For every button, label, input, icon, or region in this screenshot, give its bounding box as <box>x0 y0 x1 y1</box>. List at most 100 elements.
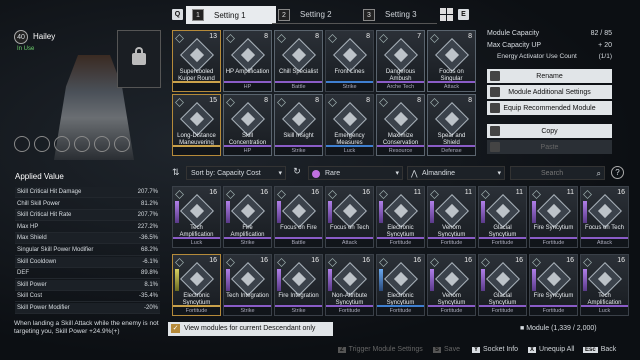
back-action[interactable]: Esc Back <box>583 346 616 353</box>
module-card[interactable]: 11 Fire Syncytium Fortitude <box>529 186 578 248</box>
module-card[interactable]: 15 Long-Distance Maneuvering <box>172 94 221 156</box>
applied-value-row: Skill Power 8.1% <box>15 279 160 291</box>
weapon-slot-icon[interactable] <box>34 136 50 152</box>
paste-button[interactable]: Paste <box>487 140 612 154</box>
key-hint: S <box>433 346 442 353</box>
module-card[interactable]: 8 Maximize Conservation Resource <box>376 94 425 156</box>
grid-view-icon[interactable] <box>440 8 453 21</box>
rarity-stripe <box>277 201 281 223</box>
stat-value: 207.7% <box>137 189 158 195</box>
module-card[interactable]: 8 Skill Concentration HP <box>223 94 272 156</box>
socket-type-icon <box>226 258 235 267</box>
module-card[interactable]: 8 Chill Specialist Battle <box>274 30 323 92</box>
module-card[interactable]: 16 Fire Syncytium Fortitude <box>529 254 578 316</box>
rarity-dropdown[interactable]: Rare ▾ <box>308 166 403 180</box>
module-card[interactable]: 16 Focus on Tech Attack <box>325 186 374 248</box>
socket-type-icon <box>328 258 337 267</box>
activator-value: (1/1) <box>598 53 612 60</box>
tab-setting-2[interactable]: 2 Setting 2 <box>272 6 357 24</box>
module-card[interactable]: 8 HP Amplification HP <box>223 30 272 92</box>
module-cost: 16 <box>515 257 523 264</box>
max-capacity-value: + 20 <box>598 42 612 49</box>
additional-settings-label: Module Additional Settings <box>508 88 591 96</box>
sort-dropdown[interactable]: Sort by: Capacity Cost ▾ <box>186 166 286 180</box>
module-card[interactable]: 16 Fire Amplification Strike <box>223 186 272 248</box>
rename-button[interactable]: Rename <box>487 69 612 83</box>
filter-icon[interactable]: ⇅ <box>172 167 184 179</box>
module-card[interactable]: 8 Skill Insight Strike <box>274 94 323 156</box>
save-action[interactable]: S Save <box>433 346 460 353</box>
rarity-stripe <box>532 269 536 291</box>
module-cost: 8 <box>264 33 268 40</box>
crosshair-icon[interactable] <box>114 136 130 152</box>
stat-name: Chill Skill Power <box>17 200 61 207</box>
back-label: Back <box>600 346 617 353</box>
module-category: Strike <box>275 307 322 315</box>
module-card[interactable]: 8 Front Lines Strike <box>325 30 374 92</box>
weapon-slot-icon[interactable] <box>14 136 30 152</box>
current-descendant-checkbox[interactable]: ✓ View modules for current Descendant onl… <box>168 322 333 336</box>
module-card[interactable]: 16 Non-Attribute Syncytium Fortitude <box>325 254 374 316</box>
rarity-stripe <box>379 201 383 223</box>
rarity-label: Rare <box>325 170 341 177</box>
weapon-slot-icon[interactable] <box>74 136 90 152</box>
module-card[interactable]: 16 Electronic Syncytium Fortitude <box>172 254 221 316</box>
additional-settings-button[interactable]: Module Additional Settings <box>487 85 612 99</box>
socket-type-icon <box>328 190 337 199</box>
sort-label: Sort by: Capacity Cost <box>191 170 261 177</box>
tab-setting-1[interactable]: 1 Setting 1 <box>186 6 276 24</box>
module-card[interactable]: 8 Spear and Shield Defense <box>427 94 476 156</box>
module-card[interactable]: 11 Venom Syncytium Fortitude <box>427 186 476 248</box>
module-category: Luck <box>173 239 220 247</box>
module-category: Fortitude <box>428 307 475 315</box>
prev-tab-key[interactable]: Q <box>172 9 183 20</box>
stat-name: Skill Critical Hit Damage <box>17 189 82 195</box>
rarity-stripe <box>226 269 230 291</box>
search-input[interactable]: Search ⌕ <box>510 166 605 180</box>
trigger-settings-action[interactable]: Z Trigger Module Settings <box>338 346 423 353</box>
module-card[interactable]: 8 Emergency Measures Luck <box>325 94 374 156</box>
module-cost: 11 <box>413 189 421 196</box>
help-icon[interactable]: ? <box>611 166 624 179</box>
unequip-all-action[interactable]: X Unequip All <box>528 346 574 353</box>
module-category: Defense <box>428 147 475 155</box>
module-art-icon <box>180 194 214 228</box>
equip-recommended-button[interactable]: Equip Recommended Module <box>487 101 612 115</box>
module-card[interactable]: 16 Focus on Fire Battle <box>274 186 323 248</box>
module-art-icon <box>486 194 520 228</box>
module-card[interactable]: 13 Supercooled Kuiper Round <box>172 30 221 92</box>
module-card[interactable]: 8 Focus on Singular Attack <box>427 30 476 92</box>
stat-name: Skill Cost <box>17 293 43 300</box>
refresh-icon[interactable]: ↻ <box>290 166 304 180</box>
next-tab-key[interactable]: E <box>458 9 469 20</box>
module-name: Focus on Fire <box>280 225 317 231</box>
module-card[interactable]: 7 Dangerous Ambush Arche Tech <box>376 30 425 92</box>
weapon-slots <box>14 136 130 152</box>
socket-dropdown[interactable]: ⋀ Almandine ▾ <box>407 166 505 180</box>
weapon-slot-icon[interactable] <box>94 136 110 152</box>
module-card[interactable]: 16 Glacial Syncytium Fortitude <box>478 254 527 316</box>
external-component-slot[interactable] <box>117 30 161 88</box>
tab-setting-3[interactable]: 3 Setting 3 <box>357 6 437 24</box>
module-art-icon <box>333 194 367 228</box>
weapon-slot-icon[interactable] <box>54 136 70 152</box>
stat-name: Singular Skill Power Modifier <box>17 247 94 253</box>
copy-button[interactable]: Copy <box>487 124 612 138</box>
module-cost: 16 <box>260 257 268 264</box>
socket-info-action[interactable]: Y Socket Info <box>472 346 518 353</box>
module-card[interactable]: 16 Tech Amplification Luck <box>172 186 221 248</box>
module-card[interactable]: 16 Fire Integration Strike <box>274 254 323 316</box>
module-art-icon <box>333 38 367 72</box>
module-card[interactable]: 16 Venom Syncytium Fortitude <box>427 254 476 316</box>
module-art-icon <box>537 262 571 296</box>
module-card[interactable]: 16 Electronic Syncytium Fortitude <box>376 254 425 316</box>
module-category: Fortitude <box>530 307 577 315</box>
module-card[interactable]: 11 Glacial Syncytium Fortitude <box>478 186 527 248</box>
module-card[interactable]: 16 Focus on Tech Attack <box>580 186 629 248</box>
module-category: Strike <box>326 83 373 91</box>
module-card[interactable]: 16 Tech Amplification Luck <box>580 254 629 316</box>
socket-type-icon <box>379 190 388 199</box>
module-card[interactable]: 16 Tech Integration Strike <box>223 254 272 316</box>
module-category: Fortitude <box>173 307 220 315</box>
module-card[interactable]: 11 Electronic Syncytium Fortitude <box>376 186 425 248</box>
